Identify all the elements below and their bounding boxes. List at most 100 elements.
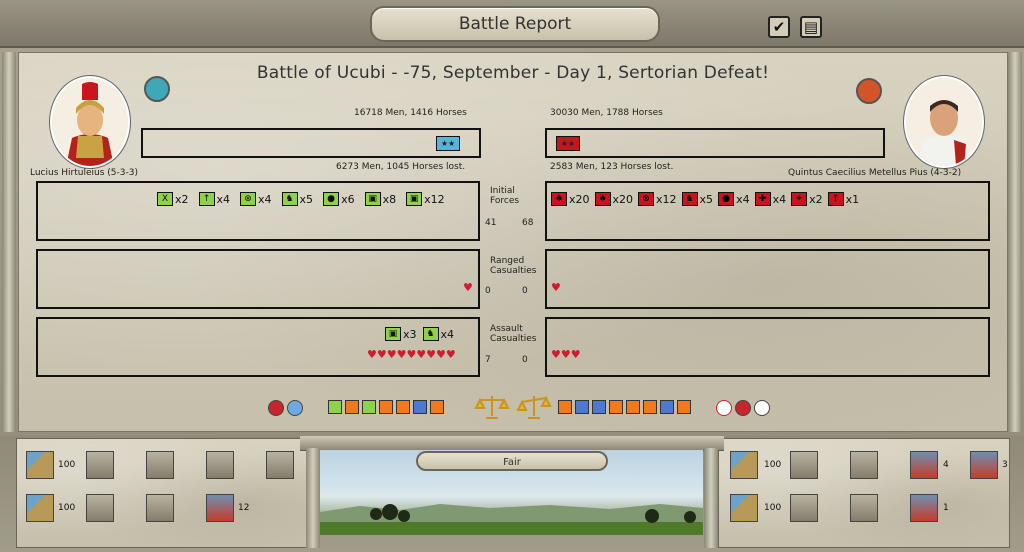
reserve-count: 3	[1002, 460, 1008, 470]
reserve-unit-tile[interactable]	[790, 451, 818, 479]
unit-entry[interactable]: ♞ x5	[681, 192, 713, 206]
tactic-icon[interactable]	[379, 400, 393, 414]
left-initial-units: Xx2 ↑ x4 ⊗ x4 ♞ x5 ● x6 ▣ x8 ▣ x12	[157, 192, 445, 206]
left-army-banner-icon: ★★	[436, 136, 460, 151]
left-pillar	[2, 52, 16, 432]
right-round-icon-2[interactable]	[735, 400, 751, 416]
right-round-icon-1[interactable]	[716, 400, 732, 416]
tactic-icon[interactable]	[677, 400, 691, 414]
unit-entry[interactable]: ✦ x2	[791, 192, 823, 206]
cavalry-icon: ♞	[422, 327, 439, 341]
left-terrain-tile[interactable]	[26, 494, 54, 522]
window-title: Battle Report	[370, 6, 660, 42]
unit-entry[interactable]: ● x4	[718, 192, 750, 206]
tactic-icon[interactable]	[362, 400, 376, 414]
menu-button[interactable]: ▤	[800, 16, 822, 38]
left-tactics-row	[268, 400, 303, 416]
unit-entry[interactable]: ♞ x4	[422, 327, 454, 341]
ranged-casualties-label: Ranged Casualties	[490, 256, 537, 276]
reserve-unit-tile[interactable]	[86, 451, 114, 479]
title-bar: Battle Report ✔ ▤	[0, 0, 1024, 48]
reserve-unit-tile[interactable]	[970, 451, 998, 479]
horse-archer-icon: ✦	[791, 192, 808, 206]
left-commander-name: Lucius Hirtuleius (5-3-3)	[30, 168, 138, 178]
left-faction-emblem-icon	[144, 76, 170, 102]
left-column	[306, 448, 320, 548]
left-ranged-hearts: ♥	[463, 281, 473, 294]
slinger-icon: ⊗	[240, 192, 257, 206]
unit-entry[interactable]: ♠ x20	[551, 192, 590, 206]
roman-general-icon	[52, 78, 128, 166]
unit-entry[interactable]: ↑ x1	[827, 192, 859, 206]
tactic-icon[interactable]	[609, 400, 623, 414]
unit-entry[interactable]: ⊗ x4	[240, 192, 272, 206]
unit-entry[interactable]: ▣ x8	[364, 192, 396, 206]
tactic-icon[interactable]	[626, 400, 640, 414]
unit-entry[interactable]: Xx2	[157, 192, 189, 206]
unit-entry[interactable]: ✚ x4	[754, 192, 786, 206]
right-army-bar: ★★	[545, 128, 885, 158]
confirm-button[interactable]: ✔	[768, 16, 790, 38]
right-tactics-icons	[558, 400, 691, 414]
unit-entry[interactable]: ⊗ x12	[638, 192, 677, 206]
reserve-unit-tile[interactable]	[206, 494, 234, 522]
left-losses: 6273 Men, 1045 Horses lost.	[336, 162, 466, 172]
reserve-unit-tile[interactable]	[266, 451, 294, 479]
infantry-icon: ♠	[594, 192, 611, 206]
reserve-count: 12	[238, 503, 250, 513]
tactic-icon[interactable]	[413, 400, 427, 414]
right-terrain-value-2: 100	[764, 503, 782, 513]
reserve-unit-tile[interactable]	[850, 451, 878, 479]
tactic-icon[interactable]	[558, 400, 572, 414]
unit-entry[interactable]: ♞ x5	[281, 192, 313, 206]
left-assault-casualties-box	[36, 317, 480, 377]
reserve-unit-tile[interactable]	[790, 494, 818, 522]
tactic-icon[interactable]	[345, 400, 359, 414]
tactic-icon[interactable]	[328, 400, 342, 414]
tactic-icon[interactable]	[660, 400, 674, 414]
left-army-bar: ★★	[141, 128, 481, 158]
initial-forces-label: Initial Forces	[490, 186, 520, 206]
right-column	[704, 448, 718, 548]
left-ranged-count: 0	[485, 286, 491, 296]
unit-entry[interactable]: ↑ x4	[198, 192, 230, 206]
left-initial-forces-box	[36, 181, 480, 241]
right-faction-emblem-icon	[856, 78, 882, 104]
left-men-horses: 16718 Men, 1416 Horses	[354, 108, 467, 118]
right-ranged-casualties-box	[545, 249, 990, 309]
left-assault-count: 7	[485, 355, 491, 365]
right-assault-casualties-box	[545, 317, 990, 377]
reserve-unit-tile[interactable]	[850, 494, 878, 522]
heavy-infantry-icon: ▣	[364, 192, 381, 206]
right-pillar	[1008, 52, 1022, 432]
left-commander-portrait[interactable]	[50, 76, 130, 168]
right-commander-portrait[interactable]	[904, 76, 984, 168]
right-round-icon-3[interactable]	[754, 400, 770, 416]
tactic-icon[interactable]	[592, 400, 606, 414]
reserve-unit-tile[interactable]	[910, 451, 938, 479]
right-terrain-tile[interactable]	[730, 494, 758, 522]
right-terrain-tile[interactable]	[730, 451, 758, 479]
right-balance-scale-icon	[516, 394, 552, 420]
tactic-icon[interactable]	[575, 400, 589, 414]
infantry-icon: ♠	[551, 192, 567, 206]
tactic-icon[interactable]	[643, 400, 657, 414]
light-infantry-icon: ●	[718, 192, 735, 206]
unit-entry[interactable]: ● x6	[323, 192, 355, 206]
left-round-icon-2[interactable]	[287, 400, 303, 416]
reserve-unit-tile[interactable]	[146, 451, 174, 479]
unit-entry[interactable]: ▣ x3	[385, 327, 417, 341]
reserve-unit-tile[interactable]	[206, 451, 234, 479]
slinger-icon: ⊗	[638, 192, 655, 206]
left-round-icon-1[interactable]	[268, 400, 284, 416]
unit-entry[interactable]: ▣ x12	[406, 192, 445, 206]
unit-entry[interactable]: ♠ x20	[594, 192, 633, 206]
right-men-horses: 30030 Men, 1788 Horses	[550, 108, 663, 118]
reserve-unit-tile[interactable]	[146, 494, 174, 522]
reserve-unit-tile[interactable]	[86, 494, 114, 522]
reserve-unit-tile[interactable]	[910, 494, 938, 522]
left-terrain-tile[interactable]	[26, 451, 54, 479]
tactic-icon[interactable]	[430, 400, 444, 414]
right-initial-units: ♠ x20 ♠ x20 ⊗ x12 ♞ x5 ● x4 ✚ x4 ✦ x2 ↑ x1	[551, 192, 859, 206]
tactic-icon[interactable]	[396, 400, 410, 414]
